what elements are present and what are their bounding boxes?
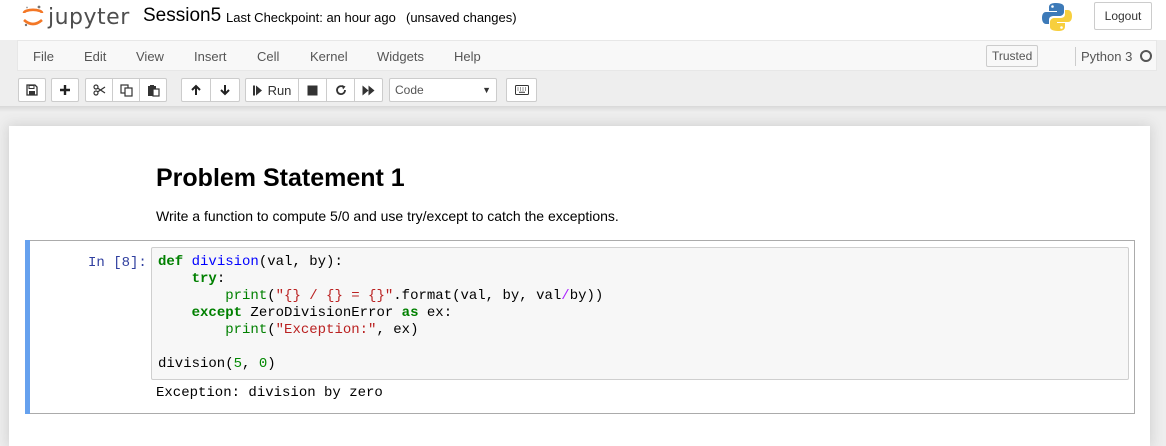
keyboard-group <box>506 78 537 102</box>
notebook-container: Problem Statement 1 Write a function to … <box>9 126 1150 446</box>
header-shadow <box>0 106 1166 112</box>
logo-text: jupyter <box>48 4 130 30</box>
code-line: def division(val, by): <box>158 254 343 270</box>
logout-button[interactable]: Logout <box>1094 2 1152 30</box>
code-editor[interactable]: def division(val, by): try: print("{} / … <box>151 247 1129 380</box>
jupyter-logo-icon <box>22 5 44 27</box>
restart-button[interactable] <box>326 78 355 102</box>
menubar: File Edit View Insert Cell Kernel Widget… <box>17 40 1157 71</box>
cell-type-select[interactable]: Code ▼ <box>389 78 497 102</box>
code-line: print("Exception:", ex) <box>225 322 419 338</box>
paste-button[interactable] <box>139 78 167 102</box>
insert-cell-button[interactable] <box>51 78 79 102</box>
cut-icon <box>92 84 105 96</box>
header: jupyter Session5 Last Checkpoint: an hou… <box>0 0 1166 40</box>
markdown-text: Write a function to compute 5/0 and use … <box>156 208 619 224</box>
code-line: print("{} / {} = {}".format(val, by, val… <box>225 288 604 304</box>
kernel-idle-icon <box>1140 50 1152 62</box>
input-prompt: In [8]: <box>88 255 147 271</box>
menu-help[interactable]: Help <box>454 49 481 64</box>
copy-icon <box>119 83 133 97</box>
command-palette-button[interactable] <box>506 78 537 102</box>
restart-run-all-button[interactable] <box>354 78 383 102</box>
menu-widgets[interactable]: Widgets <box>377 49 424 64</box>
run-button[interactable]: Run <box>245 78 299 102</box>
run-label: Run <box>267 82 292 98</box>
move-down-button[interactable] <box>210 78 240 102</box>
interrupt-button[interactable] <box>298 78 327 102</box>
keyboard-icon <box>514 85 529 95</box>
fast-forward-icon <box>362 85 375 95</box>
menu-view[interactable]: View <box>136 49 164 64</box>
markdown-heading: Problem Statement 1 <box>156 164 405 192</box>
save-group <box>18 78 46 102</box>
code-line: division(5, 0) <box>158 356 276 372</box>
clipboard-group <box>85 78 167 102</box>
insert-group <box>51 78 79 102</box>
kernel-separator <box>1075 47 1076 66</box>
jupyter-logo[interactable]: jupyter <box>22 2 130 32</box>
arrow-up-icon <box>191 84 201 95</box>
python-logo-icon <box>1042 3 1072 31</box>
selected-cell-indicator <box>25 240 30 414</box>
menu-insert[interactable]: Insert <box>194 49 227 64</box>
menu-kernel[interactable]: Kernel <box>310 49 348 64</box>
autosave-status: (unsaved changes) <box>406 10 517 25</box>
refresh-icon <box>335 85 346 96</box>
paste-icon <box>147 84 160 97</box>
code-line: try: <box>191 271 226 287</box>
code-line: except ZeroDivisionError as ex: <box>191 305 453 321</box>
trusted-indicator[interactable]: Trusted <box>986 45 1039 67</box>
cell-type-value: Code <box>395 83 424 97</box>
notebook-name[interactable]: Session5 <box>143 5 221 27</box>
save-button[interactable] <box>18 78 46 102</box>
toolbar: Run Code ▼ <box>0 72 1166 108</box>
code-content[interactable]: def division(val, by): try: print("{} / … <box>158 254 603 373</box>
menu-cell[interactable]: Cell <box>257 49 279 64</box>
menu-file[interactable]: File <box>33 49 54 64</box>
cut-button[interactable] <box>85 78 113 102</box>
move-group <box>181 78 240 102</box>
arrow-down-icon <box>220 85 230 96</box>
menu-edit[interactable]: Edit <box>84 49 106 64</box>
kernel-name: Python 3 <box>1081 49 1133 64</box>
plus-icon <box>60 85 70 95</box>
save-icon <box>26 84 38 96</box>
copy-button[interactable] <box>112 78 140 102</box>
step-forward-icon <box>252 85 262 95</box>
chevron-down-icon: ▼ <box>482 85 491 95</box>
checkpoint-status: Last Checkpoint: an hour ago <box>226 10 396 25</box>
move-up-button[interactable] <box>181 78 211 102</box>
stop-icon <box>307 85 318 95</box>
code-cell[interactable]: In [8]: def division(val, by): try: prin… <box>25 240 1135 414</box>
run-group: Run <box>245 78 383 102</box>
cell-output: Exception: division by zero <box>156 385 383 401</box>
